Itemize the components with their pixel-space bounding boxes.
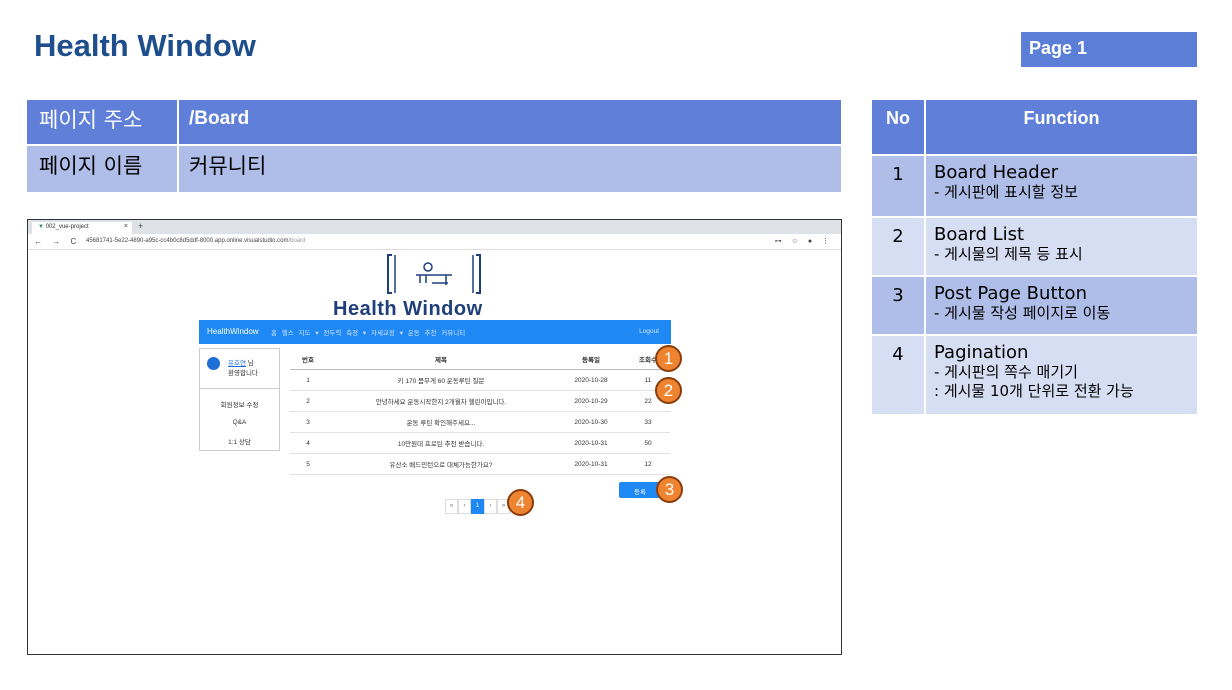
- annotation-marker-1: 1: [655, 345, 682, 372]
- sidebar-item-consult[interactable]: 1:1 상담: [200, 436, 279, 446]
- page-name-label: 페이지 이름: [27, 146, 179, 192]
- page-next-button[interactable]: ›: [484, 499, 497, 514]
- col-no-header: No: [872, 100, 926, 154]
- col-title: 제목: [435, 356, 447, 364]
- logout-link[interactable]: Logout: [639, 328, 659, 335]
- browser-tab-title: 002_vue-project: [45, 224, 89, 230]
- avatar-icon: [207, 357, 220, 370]
- table-row[interactable]: 1 키 170 몸무게 60 운동루틴 질문 2020-10-28 11: [290, 370, 670, 391]
- function-no: 3: [872, 277, 926, 334]
- sidebar-item-edit-profile[interactable]: 회원정보 수정: [200, 399, 279, 409]
- col-no: 번호: [302, 356, 314, 364]
- annotation-marker-3: 3: [656, 476, 683, 503]
- browser-nav-icons[interactable]: ← → C: [34, 237, 80, 246]
- welcome-text: 환영합니다: [228, 370, 258, 377]
- page-info-table: 페이지 주소 /Board 페이지 이름 커뮤니티: [27, 100, 841, 192]
- site-logo-text[interactable]: Health Window: [333, 298, 483, 321]
- function-row: 1 Board Header - 게시판에 표시할 정보: [872, 156, 1197, 216]
- function-row: 2 Board List - 게시물의 제목 등 표시: [872, 218, 1197, 275]
- function-desc: - 게시물의 제목 등 표시: [934, 245, 1083, 263]
- function-desc: - 게시판의 쪽수 매기기: [934, 363, 1078, 381]
- board-table: 번호 제목 등록일 조회수 1 키 170 몸무게 60 운동루틴 질문 202…: [290, 348, 670, 475]
- page-name-value: 커뮤니티: [189, 154, 267, 178]
- pagination: « ‹ 1 › »: [445, 499, 510, 514]
- function-row: 3 Post Page Button - 게시물 작성 페이지로 이동: [872, 277, 1197, 334]
- function-title: Post Page Button: [934, 283, 1087, 304]
- address-bar[interactable]: ← → C 45681741-5e22-4890-a95c-cc4b0c8d5d…: [28, 234, 841, 250]
- post-title-link[interactable]: 유산소 배드민턴으로 대체가능한가요?: [326, 459, 556, 469]
- function-desc: - 게시물 작성 페이지로 이동: [934, 304, 1111, 322]
- browser-toolbar-icons[interactable]: ⊶ ☆ ● ⋮: [775, 237, 833, 245]
- page-number-badge: Page 1: [1021, 32, 1197, 67]
- sidebar-item-qna[interactable]: Q&A: [200, 419, 279, 426]
- close-icon[interactable]: ×: [124, 223, 128, 230]
- page-name-row: 페이지 이름 커뮤니티: [27, 146, 841, 192]
- site-navbar: HealthWindow 홈 헬스 지도 ▾ 전두력 측정 ▾ 자세교정 ▾ 운…: [199, 320, 671, 344]
- url-text[interactable]: 45681741-5e22-4890-a95c-cc4b0c8d5ddf-800…: [86, 238, 306, 244]
- table-row[interactable]: 4 10만원대 프로틴 추천 받습니다. 2020-10-31 50: [290, 433, 670, 454]
- function-no: 2: [872, 218, 926, 275]
- function-no: 4: [872, 336, 926, 414]
- page-first-button[interactable]: «: [445, 499, 458, 514]
- page-address-label: 페이지 주소: [27, 100, 179, 144]
- annotation-marker-4: 4: [507, 489, 534, 516]
- slide-title: Health Window: [34, 28, 256, 63]
- user-card: 유호연 님 환영합니다: [200, 349, 279, 389]
- page-address-row: 페이지 주소 /Board: [27, 100, 841, 144]
- function-table-header: No Function: [872, 100, 1197, 154]
- function-desc: : 게시물 10개 단위로 전환 가능: [934, 382, 1134, 400]
- browser-screenshot: ▼ 002_vue-project × + ← → C 45681741-5e2…: [27, 219, 842, 655]
- function-desc: - 게시판에 표시할 정보: [934, 183, 1078, 201]
- navbar-brand[interactable]: HealthWindow: [207, 327, 259, 336]
- post-button[interactable]: 등록: [619, 482, 661, 498]
- post-title-link[interactable]: 운동 루틴 확인해주세요...: [326, 417, 556, 427]
- site-logo-icon[interactable]: [386, 253, 482, 295]
- page-1-button[interactable]: 1: [471, 499, 484, 514]
- post-title-link[interactable]: 10만원대 프로틴 추천 받습니다.: [326, 438, 556, 448]
- user-sidebar: 유호연 님 환영합니다 회원정보 수정 Q&A 1:1 상담: [199, 348, 280, 451]
- board-header: 번호 제목 등록일 조회수: [290, 348, 670, 370]
- col-date: 등록일: [582, 356, 600, 364]
- post-title-link[interactable]: 키 170 몸무게 60 운동루틴 질문: [326, 375, 556, 385]
- function-title: Pagination: [934, 342, 1029, 363]
- function-row: 4 Pagination - 게시판의 쪽수 매기기 : 게시물 10개 단위로…: [872, 336, 1197, 414]
- table-row[interactable]: 5 유산소 배드민턴으로 대체가능한가요? 2020-10-31 12: [290, 454, 670, 475]
- browser-tab[interactable]: ▼ 002_vue-project ×: [32, 222, 132, 234]
- function-no: 1: [872, 156, 926, 216]
- post-title-link[interactable]: 안녕하세요 운동시작한지 2개월차 헬린이입니다.: [326, 396, 556, 406]
- annotation-marker-2: 2: [655, 377, 682, 404]
- browser-tab-bar: ▼ 002_vue-project × +: [28, 220, 841, 234]
- col-function-header: Function: [1023, 108, 1100, 128]
- table-row[interactable]: 2 안녕하세요 운동시작한지 2개월차 헬린이입니다. 2020-10-29 2…: [290, 391, 670, 412]
- function-title: Board Header: [934, 162, 1059, 183]
- page-prev-button[interactable]: ‹: [458, 499, 471, 514]
- navbar-links[interactable]: 홈 헬스 지도 ▾ 전두력 측정 ▾ 자세교정 ▾ 운동 추천 커뮤니티: [271, 327, 465, 337]
- user-name: 유호연 님: [228, 360, 254, 367]
- table-row[interactable]: 3 운동 루틴 확인해주세요... 2020-10-30 33: [290, 412, 670, 433]
- new-tab-icon[interactable]: +: [138, 221, 143, 231]
- function-title: Board List: [934, 224, 1025, 245]
- user-name-link[interactable]: 유호연: [228, 360, 246, 367]
- function-table: No Function 1 Board Header - 게시판에 표시할 정보…: [872, 100, 1197, 414]
- page-address-value: /Board: [189, 108, 250, 129]
